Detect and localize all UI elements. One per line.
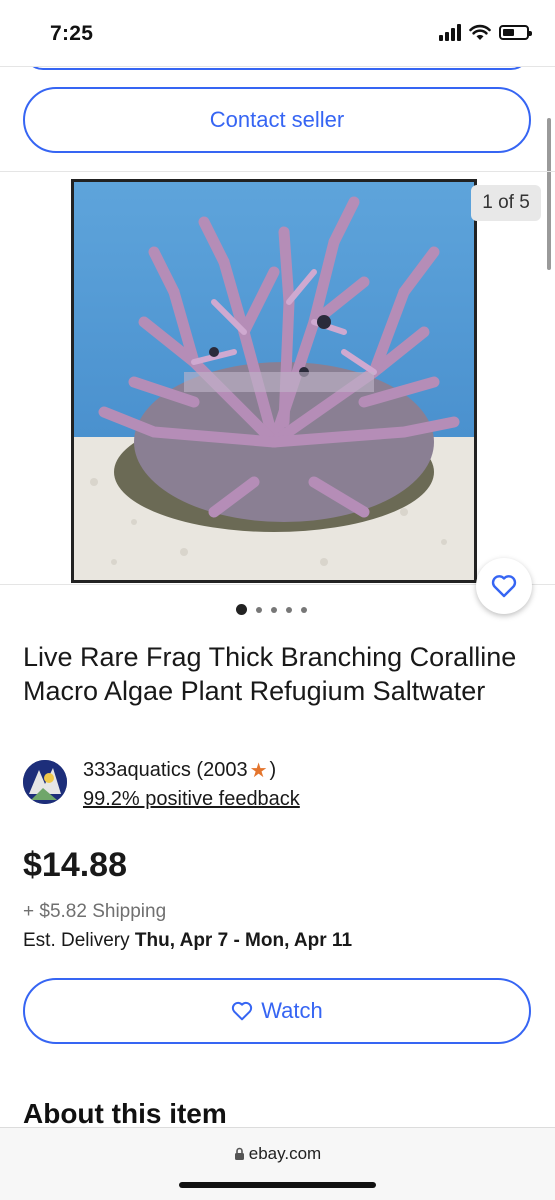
watch-button-label: Watch	[261, 998, 323, 1023]
status-bar: 7:25	[0, 0, 555, 66]
listing-title: Live Rare Frag Thick Branching Coralline…	[23, 642, 517, 706]
seller-name-text: 333aquatics (2003	[83, 759, 248, 781]
pagination-dot[interactable]	[271, 606, 277, 613]
delivery-label: Est. Delivery	[23, 930, 135, 951]
watch-button[interactable]: Watch	[23, 978, 531, 1044]
seller-avatar[interactable]	[23, 760, 67, 804]
watch-heart-button[interactable]	[476, 558, 532, 614]
image-counter-badge: 1 of 5	[471, 185, 541, 221]
estimated-delivery: Est. Delivery Thu, Apr 7 - Mon, Apr 11	[23, 930, 352, 952]
browser-bottom-bar: ebay.com	[0, 1127, 555, 1200]
lock-icon	[234, 1147, 244, 1160]
coral-photo	[74, 182, 474, 580]
item-price: $14.88	[23, 846, 127, 884]
heart-icon	[491, 575, 517, 598]
url-text: ebay.com	[248, 1144, 322, 1163]
heart-icon	[232, 1001, 253, 1021]
divider	[0, 66, 555, 67]
pagination-dot[interactable]	[286, 606, 292, 613]
star-icon: ★	[249, 760, 268, 782]
about-this-item-heading: About this item	[23, 1098, 227, 1129]
battery-icon	[499, 25, 532, 40]
status-icons	[439, 24, 532, 41]
divider	[0, 171, 555, 172]
pagination-dot[interactable]	[256, 606, 262, 613]
pagination-dot-active[interactable]	[236, 604, 247, 615]
url-bar[interactable]: ebay.com	[0, 1144, 555, 1164]
status-time: 7:25	[50, 22, 94, 45]
wifi-icon	[469, 24, 491, 40]
pagination-dot[interactable]	[301, 606, 307, 613]
home-indicator[interactable]	[179, 1182, 376, 1188]
seller-name-suffix: )	[269, 759, 277, 781]
product-image[interactable]	[71, 179, 477, 583]
seller-name[interactable]: 333aquatics (2003 ★ )	[83, 758, 276, 783]
delivery-dates: Thu, Apr 7 - Mon, Apr 11	[134, 930, 353, 951]
seller-feedback-link[interactable]: 99.2% positive feedback	[83, 788, 300, 811]
gallery-pagination-dots[interactable]	[236, 604, 307, 615]
divider	[0, 584, 555, 585]
signal-icon	[439, 24, 461, 41]
contact-seller-button[interactable]: Contact seller	[23, 87, 531, 153]
shipping-cost: + $5.82 Shipping	[23, 901, 167, 922]
scrollbar[interactable]	[547, 118, 551, 270]
